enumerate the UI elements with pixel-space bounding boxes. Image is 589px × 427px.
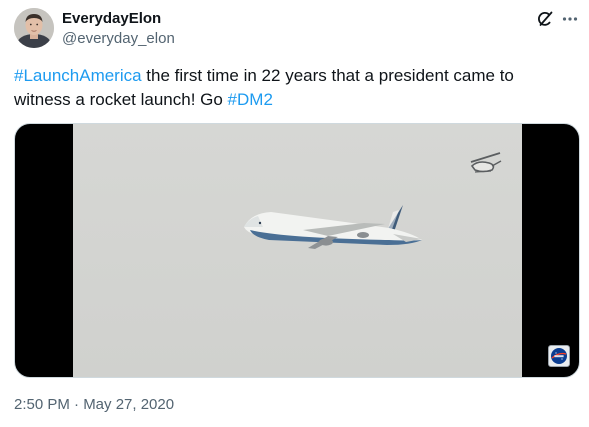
hashtag-launchamerica[interactable]: #LaunchAmerica — [14, 66, 142, 85]
tweet-timestamp[interactable]: 2:50 PM · May 27, 2020 — [14, 396, 174, 414]
grok-icon[interactable] — [536, 10, 554, 28]
tweet-card[interactable]: EverydayElon @everyday_elon #LaunchAmeri… — [0, 0, 589, 427]
author-display-name[interactable]: EverydayElon — [62, 10, 161, 28]
avatar[interactable] — [14, 8, 54, 48]
author-handle[interactable]: @everyday_elon — [62, 30, 175, 48]
video-player[interactable] — [14, 123, 580, 378]
hashtag-dm2[interactable]: #DM2 — [228, 90, 273, 109]
tweet-text: #LaunchAmerica the first time in 22 year… — [14, 64, 574, 112]
nasa-logo-icon — [548, 345, 570, 367]
video-frame[interactable] — [73, 124, 522, 377]
more-options-icon[interactable] — [561, 10, 579, 28]
